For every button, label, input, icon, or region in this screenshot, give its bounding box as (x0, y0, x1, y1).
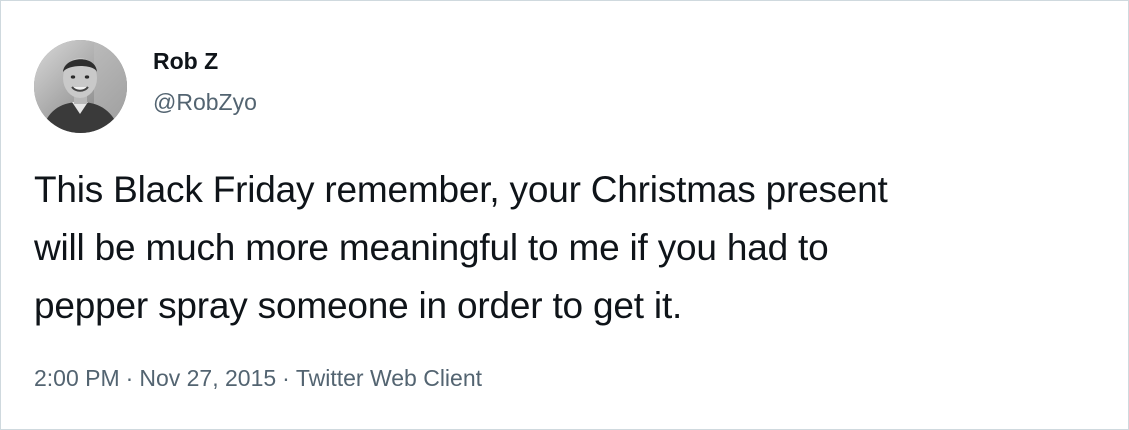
author-block: Rob Z @RobZyo (153, 40, 257, 117)
tweet-time[interactable]: 2:00 PM (34, 365, 120, 391)
avatar-photo (34, 40, 127, 133)
tweet-text: This Black Friday remember, your Christm… (34, 161, 1114, 335)
tweet-meta: 2:00 PM · Nov 27, 2015 · Twitter Web Client (34, 363, 482, 393)
tweet-date[interactable]: Nov 27, 2015 (139, 365, 276, 391)
author-display-name[interactable]: Rob Z (153, 46, 257, 76)
tweet-source: Twitter Web Client (295, 365, 483, 391)
tweet-text-line: pepper spray someone in order to get it. (34, 285, 683, 326)
tweet-card: Rob Z @RobZyo This Black Friday remember… (0, 0, 1129, 430)
tweet-header: Rob Z @RobZyo (34, 40, 257, 133)
meta-separator: · (282, 365, 290, 391)
meta-separator: · (125, 365, 134, 391)
tweet-text-line: will be much more meaningful to me if yo… (34, 227, 829, 268)
author-handle[interactable]: @RobZyo (153, 87, 257, 117)
avatar[interactable] (34, 40, 127, 133)
tweet-text-line: This Black Friday remember, your Christm… (34, 169, 888, 210)
